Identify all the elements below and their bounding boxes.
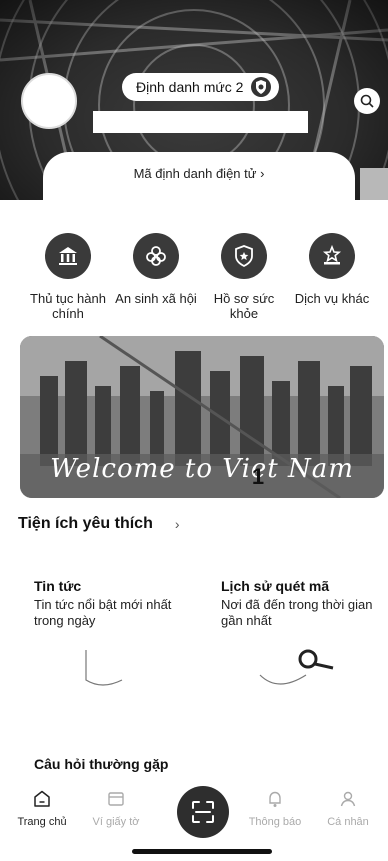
chevron-right-icon: ›: [260, 166, 265, 181]
welcome-banner[interactable]: Welcome to Viet Nam: [20, 336, 384, 498]
nav-profile[interactable]: Cá nhân: [312, 788, 384, 828]
user-name-redacted: [93, 111, 308, 133]
search-icon: [360, 94, 374, 108]
quick-action-administrative[interactable]: Thủ tục hành chính: [23, 233, 113, 321]
home-indicator: [132, 849, 272, 854]
favorite-card-news[interactable]: Tin tức Tin tức nổi bật mới nhất trong n…: [34, 578, 202, 629]
quick-action-social-welfare[interactable]: An sinh xã hội: [111, 233, 201, 306]
identity-level-label: Định danh mức 2: [136, 79, 244, 95]
favorite-card-scan-history[interactable]: Lịch sử quét mã Nơi đã đến trong thời gi…: [221, 578, 388, 629]
search-button[interactable]: [354, 88, 380, 114]
scan-qr-button[interactable]: [177, 786, 229, 838]
quick-action-label: Dịch vụ khác: [294, 291, 370, 306]
card-title: Tin tức: [34, 578, 82, 594]
magnifier-illustration-icon: [259, 649, 334, 685]
health-record-icon: [235, 245, 253, 268]
quick-action-health-record[interactable]: Hồ sơ sức khỏe: [199, 233, 289, 321]
nav-home[interactable]: Trang chủ: [6, 788, 78, 828]
chevron-right-icon: ›: [174, 516, 180, 532]
bell-icon: [269, 791, 281, 807]
quick-action-other-services[interactable]: Dịch vụ khác: [287, 233, 377, 306]
quick-actions: Thủ tục hành chính An sinh xã hội Hồ sơ …: [0, 233, 388, 323]
scan-icon: [192, 801, 214, 823]
identity-level-badge[interactable]: Định danh mức 2: [122, 73, 280, 101]
other-services-icon: [322, 244, 342, 265]
social-welfare-icon: [146, 246, 166, 266]
card-description: Nơi đã đến trong thời gian gần nhất: [221, 597, 373, 628]
avatar[interactable]: [21, 73, 77, 129]
favorites-header[interactable]: Tiện ích yêu thích ›: [18, 515, 180, 533]
nav-label: Trang chủ: [17, 816, 67, 828]
wallet-icon: [108, 792, 124, 806]
nav-label: Ví giấy tờ: [92, 816, 140, 828]
digital-id-label: Mã định danh điện tử: [133, 166, 257, 181]
faq-title[interactable]: Câu hỏi thường gặp: [34, 756, 168, 772]
home-icon: [34, 790, 50, 807]
quick-action-label: An sinh xã hội: [115, 291, 197, 306]
nav-notifications[interactable]: Thông báo: [239, 788, 311, 828]
faq-preview: [34, 772, 294, 780]
person-icon: [340, 791, 356, 807]
news-illustration-icon: [85, 650, 123, 686]
shield-icon: [251, 77, 272, 97]
card-title: Lịch sử quét mã: [221, 578, 330, 594]
government-building-icon: [59, 247, 77, 265]
quick-action-label: Hồ sơ sức khỏe: [213, 291, 275, 321]
nav-label: Thông báo: [248, 816, 302, 828]
card-description: Tin tức nổi bật mới nhất trong ngày: [34, 597, 172, 628]
nav-wallet[interactable]: Ví giấy tờ: [80, 788, 152, 828]
favorites-title: Tiện ích yêu thích: [18, 515, 153, 532]
banner-welcome-text: Welcome to Viet Nam: [50, 454, 354, 484]
nav-label: Cá nhân: [327, 816, 369, 828]
banner-page-number: 1: [251, 464, 265, 489]
quick-action-label: Thủ tục hành chính: [30, 291, 106, 321]
